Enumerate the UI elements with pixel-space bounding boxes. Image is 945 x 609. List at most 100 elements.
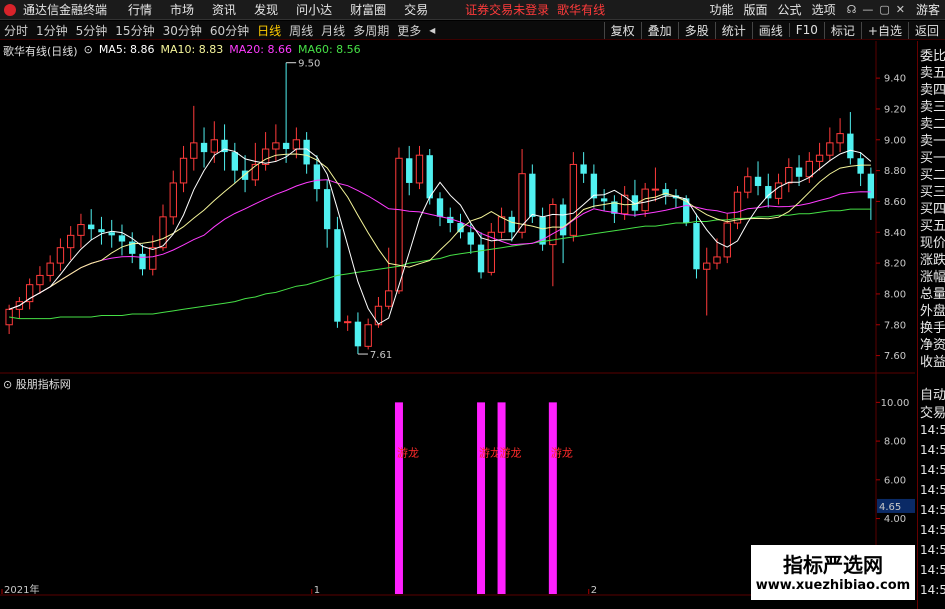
candle-body-4	[46, 262, 54, 276]
tab-5min[interactable]: 5分钟	[72, 22, 112, 39]
candle-body-36	[374, 305, 383, 326]
ma-legend: 歌华有线(日线) ⊙ MA5: 8.86 MA10: 8.83 MA20: 8.…	[3, 43, 361, 59]
add-watchlist-button[interactable]: +自选	[860, 21, 908, 39]
chart-area[interactable]: 9.40 9.20 9.00 8.80 8.60 8.40 8.20 8.00 7.80 7.60…	[0, 41, 915, 596]
candle-body-76	[785, 167, 793, 184]
mark-button[interactable]: 标记	[823, 21, 861, 39]
candle-body-31	[323, 189, 331, 230]
candle-body-14	[149, 247, 157, 270]
candle-body-6	[67, 234, 75, 249]
ind-tick-label-0: 10.00	[881, 398, 910, 409]
chevron-left-icon[interactable]: ◂	[425, 23, 439, 37]
tab-daily[interactable]: 日线	[253, 22, 285, 39]
indicator-title[interactable]: ⊙ 股朋指标网	[3, 376, 71, 392]
menu-item-news[interactable]: 资讯	[203, 1, 245, 18]
tab-multi-period[interactable]: 多周期	[349, 22, 393, 39]
tick-time-4: 14:56	[920, 503, 945, 517]
candle-body-22	[231, 152, 239, 171]
price-tick-label-9: 7.60	[884, 351, 906, 362]
candle-body-16	[169, 182, 177, 218]
menu-item-options[interactable]: 选项	[807, 1, 841, 18]
menu-item-ask[interactable]: 问小达	[287, 1, 341, 18]
guest-user[interactable]: 游客	[911, 1, 945, 18]
menu-item-wealth[interactable]: 财富圈	[341, 1, 395, 18]
legend-ma10: MA10: 8.83	[160, 43, 224, 56]
tab-60min[interactable]: 60分钟	[206, 22, 253, 39]
ind-tick-label-3: 4.00	[884, 514, 906, 525]
candle-body-26	[272, 142, 280, 150]
tab-intraday[interactable]: 分时	[0, 22, 32, 39]
auto-trade-label-1[interactable]: 交易	[920, 402, 945, 421]
candle-body-82	[847, 133, 854, 159]
candle-body-84	[867, 173, 875, 199]
price-tick-label-5: 8.40	[884, 228, 906, 239]
legend-ma5: MA5: 8.86	[98, 43, 155, 56]
candle-body-67	[693, 223, 700, 270]
tab-monthly[interactable]: 月线	[317, 22, 349, 39]
tab-weekly[interactable]: 周线	[285, 22, 317, 39]
menu-item-formula[interactable]: 公式	[773, 1, 807, 18]
app-name: 通达信金融终端	[23, 3, 108, 17]
signal-label-2: 游龙	[500, 447, 522, 460]
candle-body-68	[703, 262, 711, 270]
quote-field-18: 收益	[920, 355, 945, 370]
indicator-name: 股朋指标网	[15, 378, 71, 391]
signal-label-0: 游龙	[397, 447, 419, 460]
tick-time-3: 14:56	[920, 483, 945, 497]
candle-body-38	[395, 157, 403, 292]
multi-stock-button[interactable]: 多股	[677, 21, 715, 39]
legend-ma60: MA60: 8.56	[297, 43, 361, 56]
candle-body-7	[77, 224, 85, 236]
candle-body-30	[313, 164, 321, 190]
tick-time-0: 14:56	[920, 423, 945, 437]
back-button[interactable]: 返回	[907, 21, 945, 39]
tab-1min[interactable]: 1分钟	[32, 22, 72, 39]
candle-body-78	[805, 160, 813, 178]
trade-login-status[interactable]: 证券交易未登录	[465, 1, 549, 18]
ma10-line	[8, 153, 871, 310]
candle-body-29	[303, 139, 310, 165]
current-stock-name: 歌华有线	[557, 3, 606, 17]
watermark-title: 指标严选网	[783, 553, 883, 577]
overlay-button[interactable]: 叠加	[640, 21, 678, 39]
menu-item-functions[interactable]: 功能	[705, 1, 739, 18]
signal-bar-3	[548, 402, 557, 594]
candle-body-63	[651, 188, 660, 191]
min-price-label: 7.61	[370, 350, 392, 361]
candle-body-75	[774, 182, 783, 199]
ma5-line	[8, 148, 872, 325]
statistics-button[interactable]: 统计	[714, 21, 752, 39]
menu-item-trade[interactable]: 交易	[395, 1, 437, 18]
app-logo-icon	[2, 3, 20, 17]
adjust-button[interactable]: 复权	[603, 21, 641, 39]
period-toolbar: 分时 1分钟 5分钟 15分钟 30分钟 60分钟 日线 周线 月线 多周期 更…	[0, 21, 945, 40]
tick-time-1: 14:56	[920, 443, 945, 457]
candle-body-69	[713, 256, 721, 264]
indicator-toggle-icon[interactable]: ⊙	[3, 378, 12, 391]
tab-more[interactable]: 更多	[393, 22, 425, 39]
menu-item-discover[interactable]: 发现	[245, 1, 287, 18]
ind-tick-label-1: 8.00	[884, 437, 906, 448]
menu-item-quotes[interactable]: 行情	[119, 1, 161, 18]
menu-item-layout[interactable]: 版面	[739, 1, 773, 18]
f10-button[interactable]: F10	[788, 23, 824, 37]
headset-icon[interactable]: ☊	[847, 3, 857, 16]
candle-body-37	[385, 290, 393, 307]
kline-chart[interactable]: 9.40 9.20 9.00 8.80 8.60 8.40 8.20 8.00 7.80 7.60…	[0, 41, 915, 596]
candle-body-83	[857, 158, 864, 174]
candle-body-42	[436, 198, 444, 217]
legend-stock-name: 歌华有线(日线)	[3, 45, 78, 58]
tab-30min[interactable]: 30分钟	[159, 22, 206, 39]
tick-time-6: 14:56	[920, 543, 945, 557]
draw-line-button[interactable]: 画线	[751, 21, 789, 39]
candle-body-39	[406, 158, 413, 183]
maximize-icon[interactable]: ▢	[879, 3, 889, 16]
auto-trade-label-0[interactable]: 自动	[920, 384, 945, 403]
legend-toggle-icon[interactable]: ⊙	[84, 43, 93, 59]
minimize-icon[interactable]: —	[862, 3, 873, 16]
price-tick-label-0: 9.40	[884, 74, 906, 85]
menu-item-market[interactable]: 市场	[161, 1, 203, 18]
close-icon[interactable]: ✕	[896, 3, 905, 16]
tab-15min[interactable]: 15分钟	[111, 22, 158, 39]
candle-body-77	[795, 167, 803, 177]
